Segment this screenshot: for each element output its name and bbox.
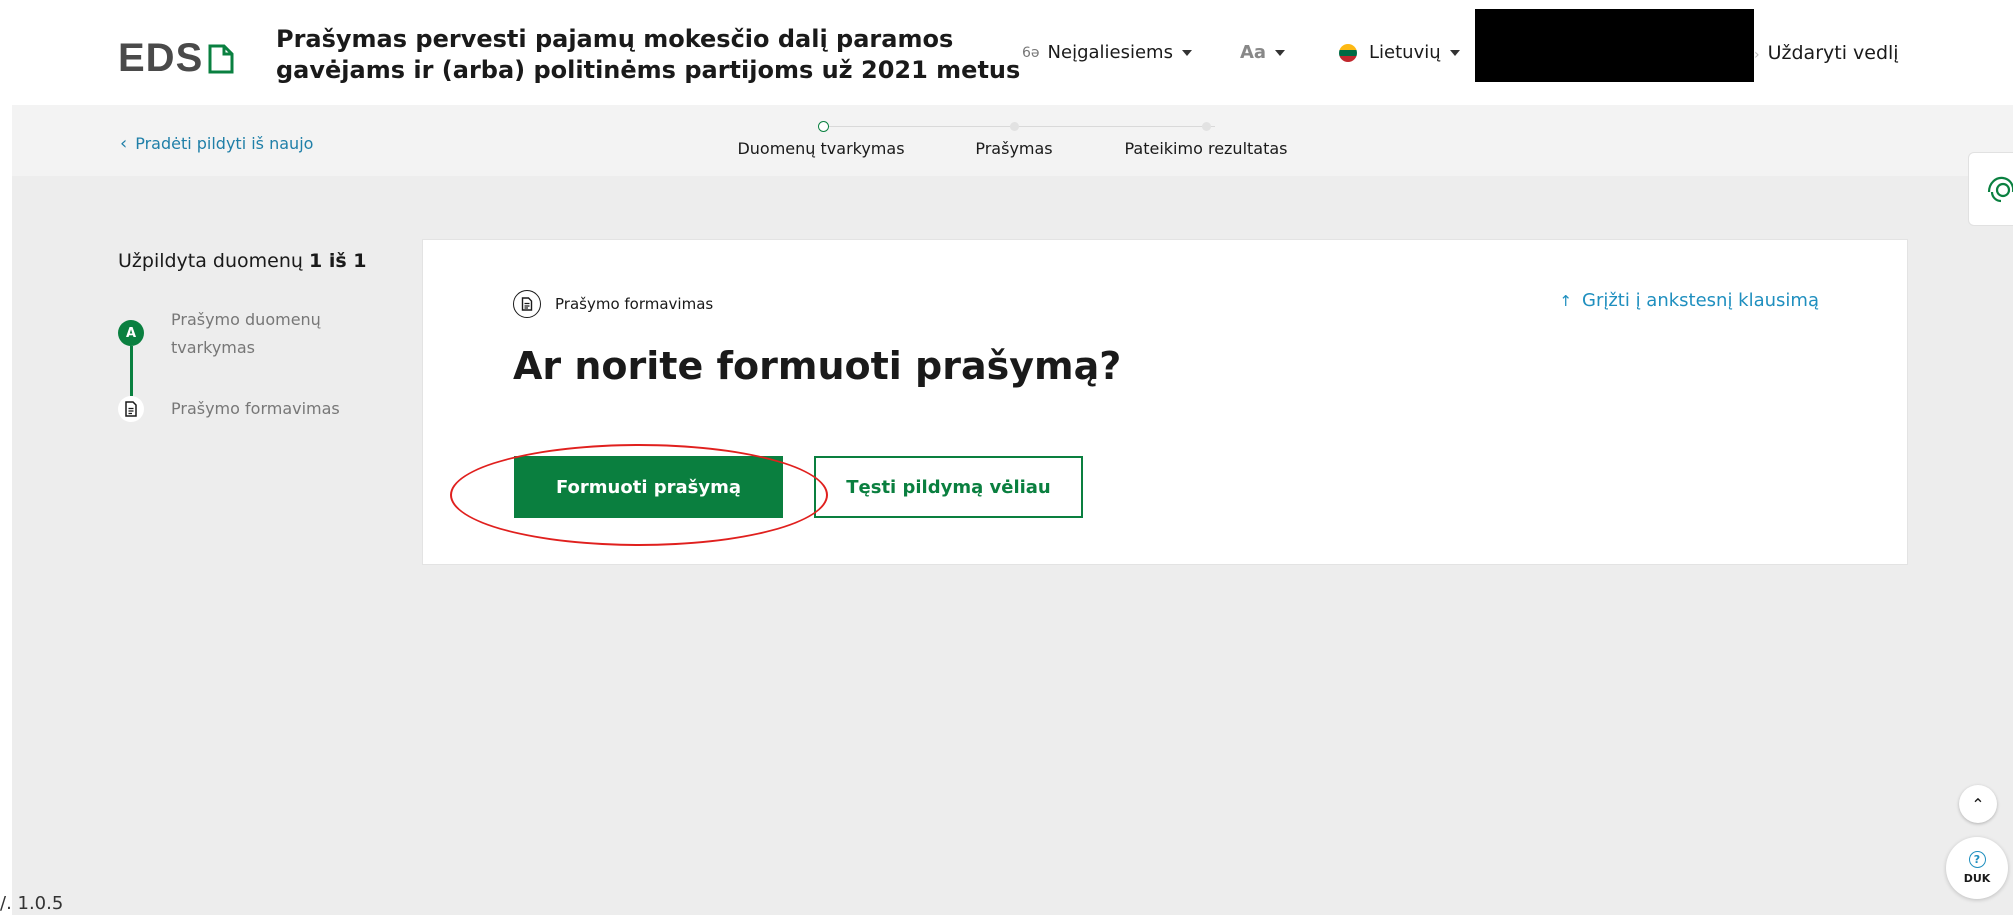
restart-label: Pradėti pildyti iš naujo: [135, 134, 314, 153]
section-label: Prašymo formavimas: [555, 295, 714, 313]
question-heading: Ar norite formuoti prašymą?: [513, 344, 1122, 388]
accessibility-label: Neįgaliesiems: [1047, 42, 1173, 63]
step-dot-2: [1010, 122, 1019, 131]
chevron-down-icon: [1449, 49, 1460, 56]
progress-line: [130, 346, 133, 396]
form-request-button[interactable]: Formuoti prašymą: [514, 456, 783, 518]
redacted-area: [1475, 9, 1754, 82]
question-mark-icon: ?: [1968, 851, 1986, 868]
chevron-down-icon: [1275, 49, 1286, 56]
logo-doc-icon: [208, 44, 234, 73]
document-icon: [513, 290, 541, 318]
chat-icon: [1987, 176, 2013, 203]
previous-question-link[interactable]: ↑ Grįžti į ankstesnį klausimą: [1559, 290, 1819, 311]
arrow-up-icon: ↑: [1559, 291, 1572, 310]
separator-icon: ›: [1754, 47, 1760, 63]
step-label-3[interactable]: Pateikimo rezultatas: [1124, 139, 1287, 158]
stepper-bar: ‹ Pradėti pildyti iš naujo Duomenų tvark…: [12, 105, 2013, 176]
question-card: Prašymo formavimas ↑ Grįžti į ankstesnį …: [422, 239, 1908, 565]
faq-button[interactable]: ? DUK: [1946, 837, 2008, 899]
steps-line: [823, 126, 1215, 127]
progress-item-2[interactable]: Prašymo formavimas: [171, 395, 340, 423]
continue-later-button[interactable]: Tęsti pildymą vėliau: [814, 456, 1083, 518]
eds-logo[interactable]: EDS: [118, 36, 235, 81]
glasses-icon: 6ə: [1022, 44, 1040, 61]
page-title: Prašymas pervesti pajamų mokesčio dalį p…: [276, 25, 1021, 84]
language-menu[interactable]: Lietuvių: [1339, 42, 1460, 63]
progress-title-count: 1 iš 1: [309, 250, 367, 272]
accessibility-menu[interactable]: 6ə Neįgaliesiems: [1022, 42, 1192, 63]
scroll-to-top-button[interactable]: ⌃: [1959, 785, 1997, 823]
chevron-up-icon: ⌃: [1971, 794, 1985, 814]
progress-title-prefix: Užpildyta duomenų: [118, 250, 303, 272]
font-size-menu[interactable]: Aa: [1240, 42, 1286, 63]
section-crumb: Prašymo formavimas: [513, 290, 713, 318]
font-size-label: Aa: [1240, 42, 1267, 63]
language-label: Lietuvių: [1369, 42, 1441, 63]
progress-item-1[interactable]: Prašymo duomenų tvarkymas: [171, 306, 361, 362]
left-strip: [0, 105, 12, 915]
header: EDS Prašymas pervesti pajamų mokesčio da…: [0, 0, 2013, 105]
chevron-down-icon: [1181, 49, 1192, 56]
step-label-1[interactable]: Duomenų tvarkymas: [737, 139, 904, 158]
logo-text: EDS: [118, 36, 204, 80]
version-label: /. 1.0.5: [0, 893, 64, 914]
document-icon: [118, 396, 144, 422]
close-wizard-link[interactable]: › Uždaryti vedlį: [1754, 42, 1899, 64]
restart-link[interactable]: ‹ Pradėti pildyti iš naujo: [120, 133, 313, 154]
chevron-left-icon: ‹: [120, 133, 128, 154]
chat-widget[interactable]: [1968, 152, 2013, 226]
step-dot-3: [1202, 122, 1211, 131]
progress-node-a: A: [118, 320, 144, 346]
step-label-2[interactable]: Prašymas: [975, 139, 1052, 158]
progress-title: Užpildyta duomenų 1 iš 1: [118, 250, 367, 272]
previous-question-label: Grįžti į ankstesnį klausimą: [1582, 290, 1819, 311]
lithuania-flag-icon: [1339, 43, 1357, 62]
step-dot-1: [818, 121, 829, 132]
close-label: Uždaryti vedlį: [1767, 42, 1899, 64]
faq-label: DUK: [1963, 872, 1991, 885]
